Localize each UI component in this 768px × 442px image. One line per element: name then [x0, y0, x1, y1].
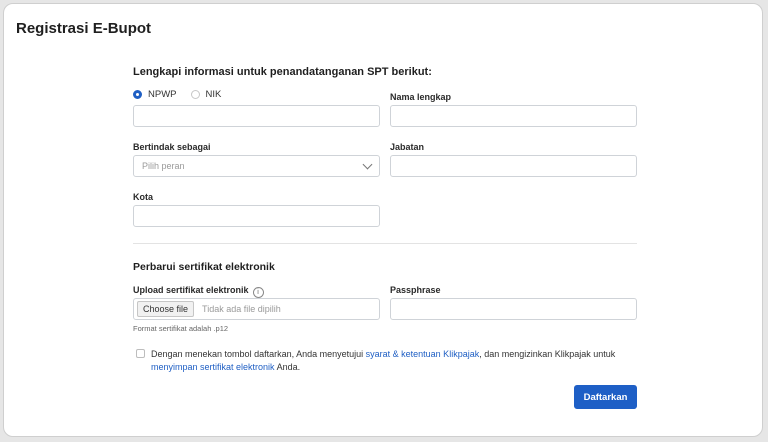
upload-label: Upload sertifikat elektronik i: [133, 285, 264, 298]
role-select[interactable]: Pilih peran: [133, 155, 380, 177]
city-label: Kota: [133, 192, 153, 202]
agreement-text-part-2: , dan mengizinkan Klikpajak untuk: [479, 349, 616, 359]
passphrase-input[interactable]: [390, 298, 637, 320]
certificate-format-hint: Format sertifikat adalah .p12: [133, 324, 229, 333]
radio-nik-indicator[interactable]: [190, 90, 200, 99]
certificate-heading: Perbarui sertifikat elektronik: [133, 261, 275, 273]
agreement-text: Dengan menekan tombol daftarkan, Anda me…: [151, 348, 637, 374]
store-certificate-link[interactable]: menyimpan sertifikat elektronik: [151, 362, 275, 372]
agreement-text-part-3: Anda.: [274, 362, 301, 372]
full-name-label: Nama lengkap: [390, 92, 452, 102]
agreement-text-part-1: Dengan menekan tombol daftarkan, Anda me…: [151, 349, 366, 359]
radio-nik-label: NIK: [205, 89, 222, 100]
radio-nik[interactable]: NIK: [190, 89, 222, 100]
passphrase-label: Passphrase: [390, 285, 441, 295]
radio-npwp[interactable]: NPWP: [133, 89, 177, 100]
upload-label-text: Upload sertifikat elektronik: [133, 285, 249, 295]
position-label: Jabatan: [390, 142, 425, 152]
choose-file-button[interactable]: Choose file: [137, 301, 195, 317]
city-input[interactable]: [133, 205, 380, 227]
terms-link[interactable]: syarat & ketentuan Klikpajak: [366, 349, 480, 359]
position-input[interactable]: [390, 155, 637, 177]
id-number-input[interactable]: [133, 105, 380, 127]
role-select-placeholder: Pilih peran: [142, 161, 185, 171]
chevron-down-icon: [362, 159, 373, 170]
info-icon[interactable]: i: [252, 287, 264, 298]
role-label: Bertindak sebagai: [133, 142, 211, 152]
full-name-input[interactable]: [390, 105, 637, 127]
no-file-text: Tidak ada file dipilih: [202, 304, 281, 314]
page-title: Registrasi E-Bupot: [16, 20, 152, 37]
register-button[interactable]: Daftarkan: [574, 385, 637, 409]
certificate-file-input[interactable]: Choose file Tidak ada file dipilih: [133, 298, 380, 320]
radio-npwp-indicator[interactable]: [133, 90, 142, 99]
signer-heading: Lengkapi informasi untuk penandatanganan…: [133, 66, 432, 78]
agreement-checkbox[interactable]: [136, 349, 145, 358]
radio-npwp-label: NPWP: [148, 89, 177, 100]
registration-card: Registrasi E-Bupot Lengkapi informasi un…: [3, 3, 763, 437]
id-type-radio-group: NPWP NIK: [133, 89, 235, 100]
section-divider: [133, 243, 637, 244]
